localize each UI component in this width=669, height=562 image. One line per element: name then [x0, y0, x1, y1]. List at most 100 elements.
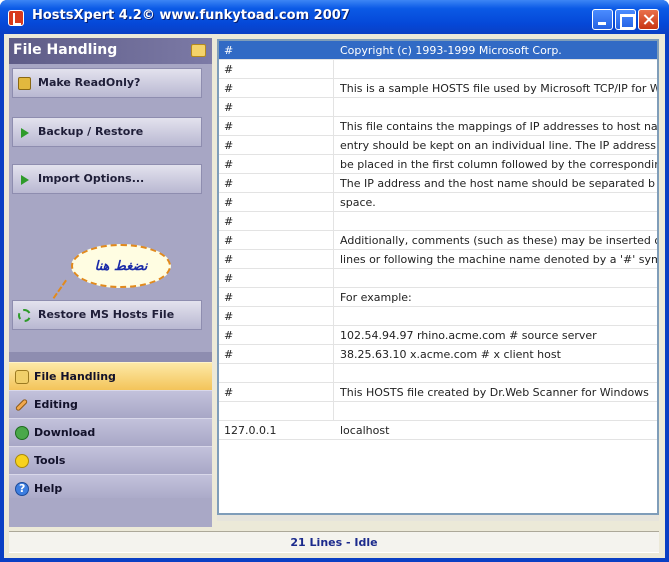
table-row[interactable]	[219, 364, 657, 383]
nav-filler	[9, 498, 212, 527]
nav-label: Tools	[34, 454, 66, 467]
host-cell[interactable]: This HOSTS file created by Dr.Web Scanne…	[340, 386, 657, 399]
task-label: Backup / Restore	[38, 125, 144, 138]
host-cell[interactable]: Copyright (c) 1993-1999 Microsoft Corp.	[340, 44, 657, 57]
task-label: Import Options...	[38, 172, 145, 185]
table-row[interactable]: #	[219, 269, 657, 288]
ip-cell[interactable]: #	[224, 234, 334, 247]
table-row[interactable]: 127.0.0.1 localhost	[219, 421, 657, 440]
status-bar: 21 Lines - Idle	[9, 531, 659, 553]
tools-icon	[15, 454, 29, 468]
table-row[interactable]	[219, 402, 657, 421]
table-row[interactable]: #	[219, 212, 657, 231]
table-row[interactable]: #38.25.63.10 x.acme.com # x client host	[219, 345, 657, 364]
ip-cell[interactable]: #	[224, 63, 334, 76]
ip-cell[interactable]: 127.0.0.1	[224, 424, 334, 437]
table-row[interactable]: # This is a sample HOSTS file used by Mic…	[219, 79, 657, 98]
host-cell[interactable]: 102.54.94.97 rhino.acme.com # source ser…	[340, 329, 657, 342]
host-cell[interactable]: 38.25.63.10 x.acme.com # x client host	[340, 348, 657, 361]
ip-cell[interactable]: #	[224, 215, 334, 228]
table-row[interactable]: #	[219, 60, 657, 79]
table-row[interactable]: # The IP address and the host name should…	[219, 174, 657, 193]
task-label: Make ReadOnly?	[38, 76, 141, 89]
horizontal-scrollbar[interactable]	[217, 515, 659, 521]
table-row[interactable]: #102.54.94.97 rhino.acme.com # source se…	[219, 326, 657, 345]
ip-cell[interactable]: #	[224, 291, 334, 304]
lock-icon	[18, 77, 31, 90]
ip-cell[interactable]: #	[224, 101, 334, 114]
maximize-button[interactable]	[615, 9, 636, 30]
nav-file-handling[interactable]: File Handling	[9, 362, 212, 390]
recycle-icon	[18, 309, 31, 322]
backup-restore-button[interactable]: Backup / Restore	[12, 117, 202, 147]
host-cell[interactable]: localhost	[340, 424, 657, 437]
table-row[interactable]: # This HOSTS file created by Dr.Web Scann…	[219, 383, 657, 402]
sidebar: File Handling Make ReadOnly? Backup / Re…	[9, 38, 212, 527]
ip-cell[interactable]: #	[224, 158, 334, 171]
table-row[interactable]: # This file contains the mappings of IP a…	[219, 117, 657, 136]
table-row[interactable]: #	[219, 98, 657, 117]
ip-cell[interactable]: #	[224, 196, 334, 209]
table-row[interactable]: # be placed in the first column followed …	[219, 155, 657, 174]
ip-cell[interactable]: #	[224, 253, 334, 266]
host-cell[interactable]: This is a sample HOSTS file used by Micr…	[340, 82, 657, 95]
table-row[interactable]: # Additionally, comments (such as these) …	[219, 231, 657, 250]
sidebar-divider[interactable]	[9, 352, 212, 362]
import-options-button[interactable]: Import Options...	[12, 164, 202, 194]
file-handling-header-icon	[191, 44, 206, 57]
callout-bubble: نضغط هنا	[71, 244, 171, 288]
host-cell[interactable]: lines or following the machine name deno…	[340, 253, 657, 266]
hosts-editor[interactable]: # Copyright (c) 1993-1999 Microsoft Corp.…	[217, 39, 659, 515]
download-icon	[15, 426, 29, 440]
close-button[interactable]	[638, 9, 659, 30]
task-label: Restore MS Hosts File	[38, 308, 175, 321]
ip-cell[interactable]: #	[224, 177, 334, 190]
title-bar[interactable]: HostsXpert 4.2© www.funkytoad.com 2007	[0, 0, 669, 34]
arrow-right-icon	[21, 175, 29, 185]
restore-ms-hosts-button[interactable]: Restore MS Hosts File	[12, 300, 202, 330]
arrow-right-icon	[21, 128, 29, 138]
window-title: HostsXpert 4.2© www.funkytoad.com 2007	[32, 8, 350, 23]
host-cell[interactable]: space.	[340, 196, 657, 209]
ip-cell[interactable]: #	[224, 329, 334, 342]
host-cell[interactable]: This file contains the mappings of IP ad…	[340, 120, 657, 133]
host-cell[interactable]: be placed in the first column followed b…	[340, 158, 657, 171]
nav-label: Help	[34, 482, 63, 495]
nav-download[interactable]: Download	[9, 418, 212, 446]
table-row[interactable]: # For example:	[219, 288, 657, 307]
file-handling-icon	[15, 370, 29, 384]
table-row[interactable]: # lines or following the machine name den…	[219, 250, 657, 269]
callout-text: نضغط هنا	[94, 259, 148, 274]
table-row[interactable]: # entry should be kept on an individual l…	[219, 136, 657, 155]
minimize-button[interactable]	[592, 9, 613, 30]
ip-cell[interactable]: #	[224, 348, 334, 361]
pencil-icon	[14, 398, 29, 412]
panel-header: File Handling	[9, 38, 212, 64]
ip-cell[interactable]: #	[224, 139, 334, 152]
panel-title: File Handling	[13, 42, 118, 58]
nav-editing[interactable]: Editing	[9, 390, 212, 418]
ip-cell[interactable]: #	[224, 310, 334, 323]
ip-cell[interactable]: #	[224, 272, 334, 285]
host-cell[interactable]: Additionally, comments (such as these) m…	[340, 234, 657, 247]
ip-cell[interactable]: #	[224, 120, 334, 133]
host-cell[interactable]: For example:	[340, 291, 657, 304]
table-row[interactable]: # space.	[219, 193, 657, 212]
ip-cell[interactable]: #	[224, 82, 334, 95]
app-window: HostsXpert 4.2© www.funkytoad.com 2007 F…	[0, 0, 669, 562]
ip-cell[interactable]: #	[224, 44, 334, 57]
host-cell[interactable]: The IP address and the host name should …	[340, 177, 657, 190]
table-row[interactable]: # Copyright (c) 1993-1999 Microsoft Corp.	[219, 41, 657, 60]
app-icon[interactable]	[8, 10, 24, 26]
make-readonly-button[interactable]: Make ReadOnly?	[12, 68, 202, 98]
table-row[interactable]: #	[219, 307, 657, 326]
nav-label: Download	[34, 426, 96, 439]
ip-cell[interactable]: #	[224, 386, 334, 399]
client-area: File Handling Make ReadOnly? Backup / Re…	[4, 34, 665, 558]
help-icon	[15, 482, 29, 496]
nav-tools[interactable]: Tools	[9, 446, 212, 474]
host-cell[interactable]: entry should be kept on an individual li…	[340, 139, 657, 152]
nav-label: File Handling	[34, 370, 116, 383]
status-text: 21 Lines - Idle	[290, 536, 378, 549]
nav-label: Editing	[34, 398, 78, 411]
